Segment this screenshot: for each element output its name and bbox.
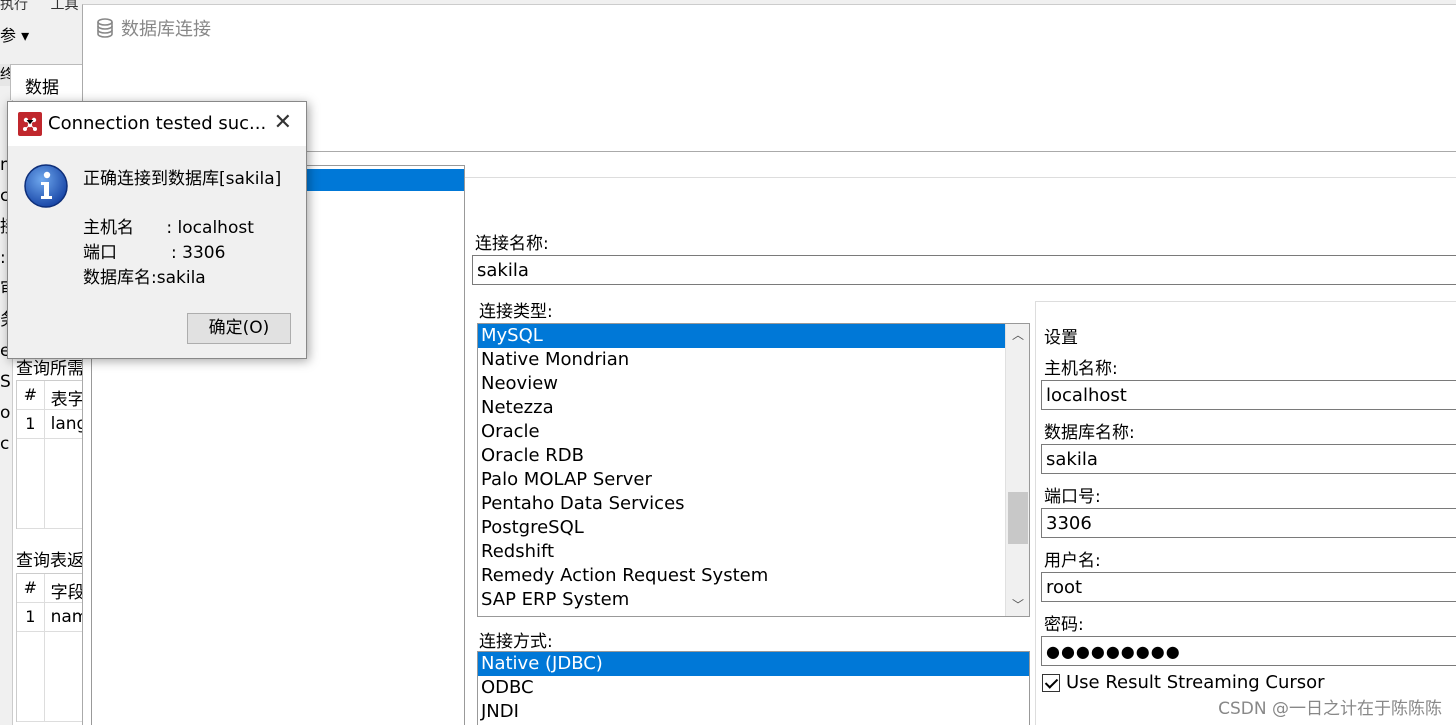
- dialog-port-line: 端口 : 3306: [83, 243, 226, 263]
- ok-button[interactable]: 确定(O): [187, 313, 291, 344]
- chevron-up-icon[interactable]: ︿: [1006, 324, 1029, 346]
- list-item[interactable]: MySQL: [478, 324, 1029, 348]
- password-input[interactable]: ●●●●●●●●●: [1041, 636, 1456, 666]
- watermark: CSDN @一日之计在于陈陈陈: [1218, 699, 1442, 719]
- username-label: 用户名:: [1044, 551, 1101, 571]
- connection-name-input[interactable]: sakila: [472, 255, 1456, 285]
- list-item[interactable]: Neoview: [478, 372, 1029, 396]
- background-tab-data[interactable]: 数据: [10, 64, 90, 100]
- background-menubar: 执行 工具 帮助: [0, 0, 90, 13]
- list-item[interactable]: Redshift: [478, 540, 1029, 564]
- streaming-cursor-label: Use Result Streaming Cursor: [1066, 672, 1325, 693]
- info-icon: [23, 163, 69, 209]
- background-tab-label: 数据: [25, 78, 59, 98]
- window-title-text: 数据库连接: [121, 19, 211, 40]
- divider: [465, 177, 1456, 178]
- list-item[interactable]: SAP ERP System: [478, 588, 1029, 612]
- table-header-row: # 字段: [17, 574, 90, 603]
- menu-tools[interactable]: 工具: [50, 0, 78, 13]
- dialog-title: Connection tested suc...: [48, 113, 267, 134]
- settings-panel: 设置 主机名称: localhost 数据库名称: sakila 端口号: 33…: [1035, 301, 1456, 725]
- database-name-input[interactable]: sakila: [1041, 444, 1456, 474]
- list-item[interactable]: Netezza: [478, 396, 1029, 420]
- username-input[interactable]: root: [1041, 572, 1456, 602]
- dialog-titlebar: Connection tested suc... ✕: [8, 102, 306, 146]
- close-icon[interactable]: ✕: [274, 112, 292, 134]
- host-input[interactable]: localhost: [1041, 380, 1456, 410]
- settings-heading: 设置: [1044, 328, 1078, 348]
- password-label: 密码:: [1044, 615, 1084, 635]
- list-item[interactable]: Palo MOLAP Server: [478, 468, 1029, 492]
- table-header-row: # 表字: [17, 381, 90, 410]
- menu-execute[interactable]: 执行: [0, 0, 28, 13]
- streaming-cursor-option[interactable]: Use Result Streaming Cursor: [1042, 672, 1325, 693]
- window-title: 数据库连接: [97, 15, 211, 41]
- access-method-label: 连接方式:: [479, 632, 553, 652]
- streaming-cursor-checkbox[interactable]: [1042, 673, 1060, 692]
- list-item[interactable]: Native (JDBC): [478, 652, 1029, 676]
- list-item[interactable]: Remedy Action Request System: [478, 564, 1029, 588]
- scroll-thumb[interactable]: [1008, 492, 1028, 544]
- port-input[interactable]: 3306: [1041, 508, 1456, 538]
- database-icon: [97, 18, 113, 38]
- app-logo-icon: [18, 112, 42, 136]
- chevron-down-icon[interactable]: ﹀: [1006, 594, 1029, 616]
- background-table-1: # 表字 1 lang: [16, 380, 90, 529]
- table-row[interactable]: 1 lang: [17, 410, 90, 439]
- dialog-message: 正确连接到数据库[sakila]: [83, 169, 282, 189]
- connection-name-label: 连接名称:: [475, 234, 549, 254]
- host-label: 主机名称:: [1044, 359, 1118, 379]
- port-label: 端口号:: [1044, 487, 1101, 507]
- scrollbar[interactable]: ︿ ﹀: [1005, 324, 1029, 616]
- list-item[interactable]: Oracle: [478, 420, 1029, 444]
- access-method-list[interactable]: Native (JDBC) ODBC JNDI: [477, 651, 1030, 725]
- table-row[interactable]: 1 nam: [17, 603, 90, 632]
- connection-tested-dialog: Connection tested suc... ✕ 正确连接到数据库[saki…: [7, 101, 307, 359]
- dialog-host-line: 主机名 : localhost: [83, 218, 254, 238]
- list-item[interactable]: JNDI: [478, 700, 1029, 724]
- list-item[interactable]: ODBC: [478, 676, 1029, 700]
- database-name-label: 数据库名称:: [1044, 423, 1135, 443]
- list-item[interactable]: PostgreSQL: [478, 516, 1029, 540]
- list-item[interactable]: Pentaho Data Services: [478, 492, 1029, 516]
- background-tab-left[interactable]: 终: [0, 64, 10, 86]
- background-table-2: # 字段 1 nam: [16, 573, 90, 722]
- dialog-db-line: 数据库名:sakila: [83, 268, 206, 288]
- list-item[interactable]: Oracle RDB: [478, 444, 1029, 468]
- toolbar-dropdown-icon[interactable]: 参 ▾: [0, 22, 29, 46]
- connection-type-label: 连接类型:: [479, 302, 553, 322]
- list-item[interactable]: Native Mondrian: [478, 348, 1029, 372]
- query-table-label: 查询表返: [16, 551, 84, 571]
- connection-type-list[interactable]: MySQL Native Mondrian Neoview Netezza Or…: [477, 323, 1030, 617]
